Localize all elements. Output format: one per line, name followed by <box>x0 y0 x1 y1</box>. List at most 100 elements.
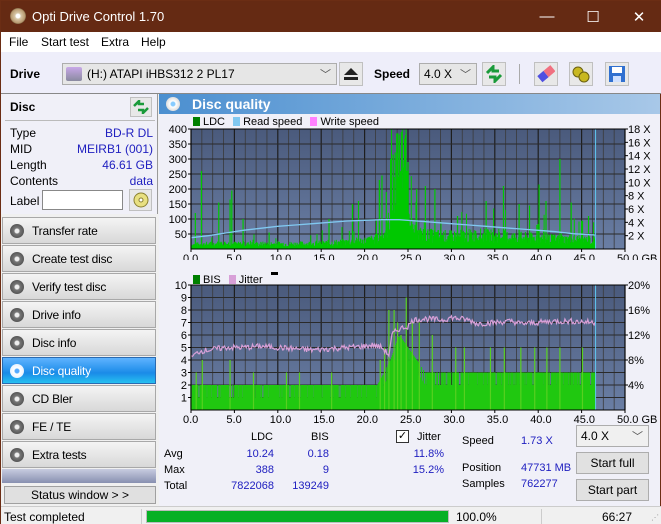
y2-tick-label: 12 X <box>628 164 651 176</box>
stats-row-max-label: Max <box>164 464 185 476</box>
nav-extra-tests[interactable]: Extra tests <box>2 441 156 468</box>
nav-drive-info[interactable]: Drive info <box>2 301 156 328</box>
drive-select[interactable]: (H:) ATAPI iHBS312 2 PL17 ﹀ <box>62 63 337 85</box>
y2-tick-label: 14 X <box>628 151 651 163</box>
x-tick-label: 25.0 <box>400 253 421 260</box>
stats-row-avg-label: Avg <box>164 448 183 460</box>
status-bar: Test completed 100.0% 66:27 ⋰ <box>1 506 661 524</box>
y-tick-label: 150 <box>169 199 187 211</box>
resize-grip-icon[interactable]: ⋰ <box>651 513 659 522</box>
eject-button[interactable] <box>339 62 363 86</box>
status-divider <box>141 509 142 524</box>
disc-contents-value: data <box>129 174 153 188</box>
disc-mid-value: MEIRB1 (001) <box>76 142 153 156</box>
minimize-button[interactable]: — <box>524 1 570 32</box>
legend-marker <box>270 272 278 275</box>
transfer-rate-icon <box>10 224 24 238</box>
label-apply-button[interactable] <box>129 189 152 211</box>
verify-disc-icon <box>10 280 24 294</box>
stats-panel: LDC BIS ✓ Jitter Avg 10.24 0.18 11.8% Ma… <box>159 425 660 506</box>
y2-tick-label: 16 X <box>628 137 651 149</box>
drive-info-icon <box>10 308 24 322</box>
stats-row-total-label: Total <box>164 480 188 492</box>
y-tick-label: 9 <box>181 293 187 305</box>
y-tick-label: 300 <box>169 154 187 166</box>
refresh-icon <box>133 100 149 114</box>
y-tick-label: 250 <box>169 169 187 181</box>
fe-te-icon <box>10 420 24 434</box>
panel-header: Disc quality <box>159 94 660 114</box>
y-tick-label: 100 <box>169 214 187 226</box>
menu-file[interactable]: File <box>9 35 28 49</box>
status-window-button[interactable]: Status window > > <box>4 486 156 504</box>
y-tick-label: 3 <box>181 368 187 380</box>
nav-verify-test-disc[interactable]: Verify test disc <box>2 273 156 300</box>
disc-quality-icon <box>166 97 180 111</box>
menu-help[interactable]: Help <box>141 35 166 49</box>
nav-disc-info[interactable]: Disc info <box>2 329 156 356</box>
start-part-button[interactable]: Start part <box>576 479 649 501</box>
jitter-checkbox[interactable]: ✓ <box>396 430 409 443</box>
chevron-down-icon: ﹀ <box>632 431 643 443</box>
disc-icon <box>133 192 148 208</box>
x-tick-label: 50.0 GB <box>617 253 657 260</box>
y-tick-label: 7 <box>181 318 187 330</box>
progress-bar <box>146 510 449 523</box>
settings-button[interactable] <box>569 62 593 86</box>
avg-bis: 0.18 <box>307 448 329 460</box>
samples-label: Samples <box>462 478 505 490</box>
stats-col-bis: BIS <box>311 431 329 443</box>
y-tick-label: 2 <box>181 380 187 392</box>
label-input[interactable] <box>42 190 123 210</box>
menu-start-test[interactable]: Start test <box>41 35 89 49</box>
toolbar-divider <box>519 64 520 84</box>
y-tick-label: 8 <box>181 305 187 317</box>
menu-bar: File Start test Extra Help <box>1 32 661 52</box>
total-bis: 139249 <box>292 480 329 492</box>
x-tick-label: 25.0 <box>400 414 421 426</box>
x-tick-label: 5.0 <box>226 253 241 260</box>
nav-create-test-disc[interactable]: Create test disc <box>2 245 156 272</box>
y-tick-label: 5 <box>181 343 187 355</box>
nav-transfer-rate[interactable]: Transfer rate <box>2 217 156 244</box>
disc-type-value: BD-R DL <box>104 126 153 140</box>
x-tick-label: 15.0 <box>313 253 334 260</box>
status-text: Test completed <box>4 510 85 524</box>
refresh-icon <box>485 65 503 83</box>
start-full-button[interactable]: Start full <box>576 452 649 474</box>
title-bar: Opti Drive Control 1.70 — ☐ ✕ <box>1 1 661 32</box>
menu-extra[interactable]: Extra <box>101 35 129 49</box>
maximize-button[interactable]: ☐ <box>570 1 616 32</box>
test-speed-select[interactable]: 4.0 X ﹀ <box>576 425 649 447</box>
y2-tick-label: 10 X <box>628 177 651 189</box>
save-button[interactable] <box>605 62 629 86</box>
speed-select[interactable]: 4.0 X ﹀ <box>419 63 477 85</box>
x-tick-label: 30.0 <box>443 414 464 426</box>
nav-disc-quality[interactable]: Disc quality <box>2 357 156 384</box>
disc-quality-icon <box>10 364 24 378</box>
y-tick-label: 10 <box>175 280 187 292</box>
x-tick-label: 30.0 <box>443 253 464 260</box>
y2-tick-label: 4% <box>628 380 644 392</box>
erase-button[interactable] <box>534 62 558 86</box>
status-divider <box>541 509 542 524</box>
y2-tick-label: 4 X <box>628 217 645 229</box>
nav-cd-bler[interactable]: CD Bler <box>2 385 156 412</box>
disc-divider <box>5 120 155 121</box>
create-disc-icon <box>10 252 24 266</box>
app-window: Opti Drive Control 1.70 — ☐ ✕ File Start… <box>0 0 661 524</box>
toolbar: Drive (H:) ATAPI iHBS312 2 PL17 ﹀ Speed … <box>1 52 661 94</box>
speed-label: Speed <box>374 67 411 81</box>
x-tick-label: 35.0 <box>487 253 508 260</box>
sidebar: Disc Type BD-R DL MID MEIRB1 (001) Length 4… <box>1 94 158 506</box>
disc-info-panel: Disc Type BD-R DL MID MEIRB1 (001) Length 4… <box>1 94 158 214</box>
disc-refresh-button[interactable] <box>130 97 152 117</box>
refresh-button[interactable] <box>482 62 506 86</box>
x-tick-label: 20.0 <box>357 253 378 260</box>
y-tick-label: 50 <box>175 229 187 241</box>
nav-fe-te[interactable]: FE / TE <box>2 413 156 440</box>
app-disc-icon <box>10 8 26 24</box>
avg-jitter: 11.8% <box>413 448 444 460</box>
disc-length-value: 46.61 GB <box>102 158 153 172</box>
close-button[interactable]: ✕ <box>616 1 661 32</box>
